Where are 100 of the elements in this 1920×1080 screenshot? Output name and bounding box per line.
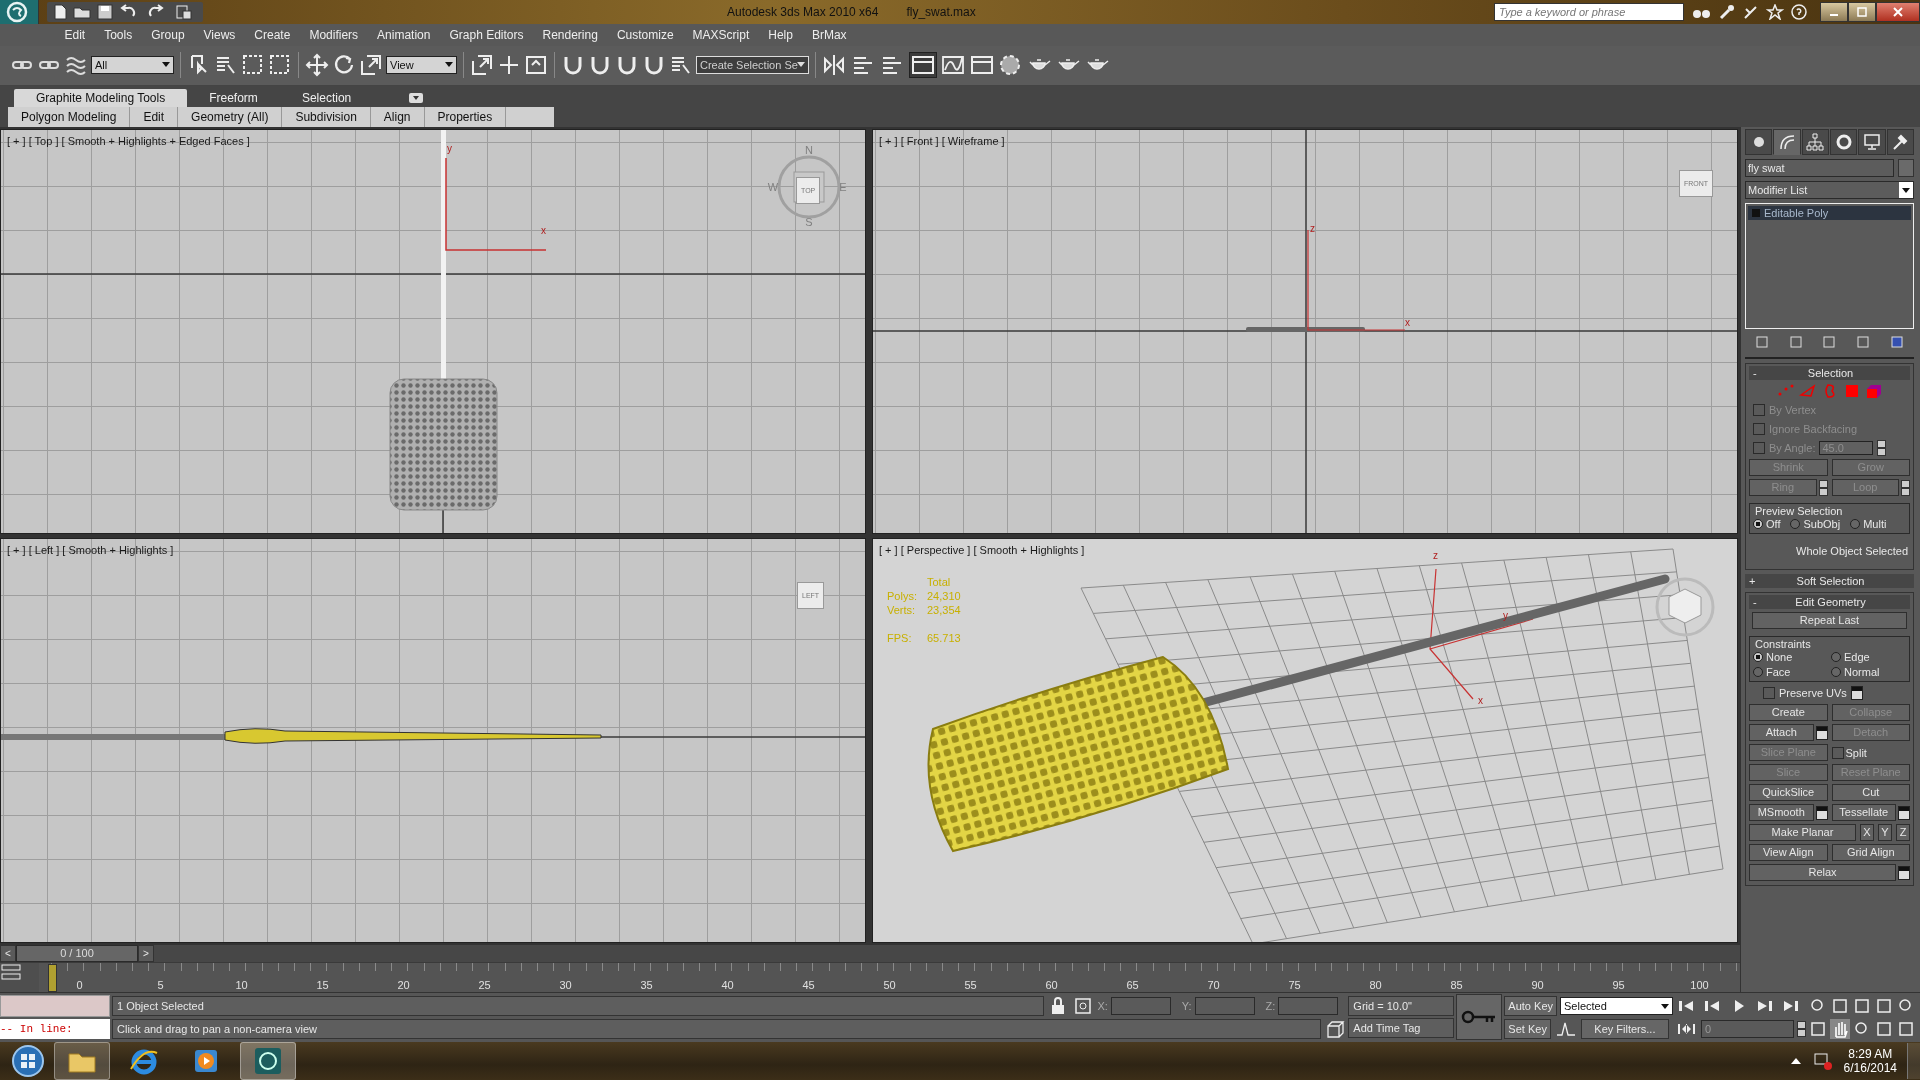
ribbon-menu-icon[interactable] (409, 93, 424, 104)
new-file-icon[interactable] (53, 4, 67, 20)
set-keys-button[interactable] (1456, 994, 1503, 1041)
viewport-label[interactable]: [ + ] [ Front ] [ Wireframe ] (879, 135, 1005, 148)
next-frame-button[interactable]: > (138, 945, 154, 963)
search-field[interactable]: Type a keyword or phrase (1494, 3, 1684, 21)
named-selection-dropdown[interactable]: Create Selection Se (696, 56, 809, 75)
viewport-label[interactable]: [ + ] [ Left ] [ Smooth + Highlights ] (7, 544, 174, 557)
rollout-button[interactable]: Attach (1749, 724, 1814, 742)
rollout-header[interactable]: - Selection (1749, 366, 1910, 381)
app-menu-button[interactable] (0, 0, 39, 24)
checkbox[interactable] (1763, 687, 1775, 700)
menu-item[interactable]: Views (194, 27, 245, 42)
rollout-header[interactable]: + Soft Selection (1745, 574, 1914, 589)
track-bar[interactable]: 0 5 10 15 20 25 30 35 40 45 50 55 60 65 70 75 80 85 90 95 100 (39, 963, 1740, 993)
rollout-button[interactable]: View Align (1749, 844, 1828, 862)
ribbon-tab[interactable]: Freeform (187, 89, 280, 108)
axis-button[interactable]: Z (1896, 824, 1910, 842)
z-field[interactable] (1278, 996, 1339, 1015)
viewport-label[interactable]: [ + ] [ Top ] [ Smooth + Highlights + Edged Faces ] (7, 135, 250, 148)
save-icon[interactable] (97, 4, 113, 20)
radio-option[interactable]: Multi (1850, 518, 1887, 531)
open-folder-icon[interactable] (73, 4, 91, 20)
rollout-button[interactable]: Grid Align (1831, 844, 1910, 862)
time-slider-track[interactable]: < 0 / 100 > (0, 945, 1740, 964)
time-slider-thumb[interactable]: 0 / 100 (16, 945, 138, 963)
previous-frame-button[interactable]: < (0, 945, 16, 963)
folder-taskbar-button[interactable] (54, 1041, 110, 1080)
object-name-field[interactable]: fly swat (1745, 159, 1894, 178)
menu-item[interactable]: Customize (607, 27, 684, 42)
menu-item[interactable]: BrMax (802, 27, 857, 42)
time-marker[interactable] (48, 964, 57, 993)
star-icon[interactable] (1766, 4, 1784, 20)
menu-item[interactable]: Edit (55, 27, 95, 42)
panel-tab[interactable] (1801, 129, 1829, 156)
object-color-swatch[interactable] (1898, 159, 1914, 178)
key-mode-dropdown[interactable]: Selected (1560, 996, 1673, 1015)
settings-button[interactable] (1815, 805, 1828, 820)
axis-button[interactable]: Y (1878, 824, 1892, 842)
settings-button[interactable] (1815, 725, 1828, 740)
y-field[interactable] (1194, 996, 1255, 1015)
panel-tab[interactable] (1773, 129, 1801, 156)
help-icon[interactable] (1790, 4, 1808, 20)
stack-item[interactable]: Editable Poly (1748, 206, 1911, 221)
app-taskbar-button[interactable] (240, 1041, 296, 1080)
axis-button[interactable]: X (1860, 824, 1874, 842)
menu-item[interactable]: Help (758, 27, 803, 42)
panel-tab[interactable] (1745, 129, 1773, 156)
rollout-button[interactable]: QuickSlice (1749, 784, 1828, 802)
show-desktop-button[interactable] (1907, 1042, 1920, 1079)
panel-tab[interactable] (1886, 129, 1914, 156)
menu-item[interactable]: Animation (367, 27, 440, 42)
auto-key-button[interactable]: Auto Key (1504, 995, 1557, 1016)
ribbon-tab[interactable]: Graphite Modeling Tools (14, 89, 188, 108)
key-filters-button[interactable]: Key Filters... (1580, 1018, 1669, 1039)
listener-prompt[interactable]: -- In line: (0, 1019, 110, 1040)
spinner-arrows[interactable] (1877, 440, 1887, 457)
menu-item[interactable]: Graph Editors (439, 27, 533, 42)
set-key-button[interactable]: Set Key (1504, 1018, 1551, 1039)
pan-hand-icon[interactable] (1830, 1018, 1850, 1039)
close-button[interactable] (1876, 2, 1920, 22)
cube-icon[interactable] (1324, 1018, 1347, 1039)
maximize-button[interactable] (1848, 2, 1876, 22)
x-field[interactable] (1110, 996, 1171, 1015)
panel-tab[interactable] (1830, 129, 1858, 156)
radio-option[interactable]: Normal (1831, 666, 1906, 679)
rollout-button[interactable]: Create (1749, 704, 1828, 722)
checkbox[interactable] (1831, 746, 1844, 759)
scale-icon[interactable] (359, 53, 383, 78)
menu-item[interactable]: Tools (94, 27, 142, 42)
viewport-label[interactable]: [ + ] [ Perspective ] [ Smooth + Highlights ] (879, 544, 1085, 557)
modifier-stack[interactable]: Editable Poly (1745, 203, 1914, 330)
modifier-list-dropdown[interactable]: Modifier List (1745, 181, 1914, 200)
viewcube-drawing[interactable] (1655, 577, 1715, 637)
panel-tab[interactable] (1858, 129, 1886, 156)
add-time-tag-button[interactable]: Add Time Tag (1348, 1018, 1455, 1039)
network-icon[interactable] (1811, 1050, 1834, 1071)
clock-date[interactable]: 6/16/2014 (1843, 1060, 1897, 1075)
settings-button[interactable] (1898, 865, 1910, 880)
radio-option[interactable]: Face (1753, 666, 1828, 679)
clock-time[interactable]: 8:29 AM (1848, 1046, 1893, 1061)
menu-item[interactable]: Rendering (533, 27, 608, 42)
selection-filter-dropdown[interactable]: All (91, 56, 174, 75)
rollout-button[interactable]: Make Planar (1749, 824, 1856, 842)
rollout-header[interactable]: - Edit Geometry (1749, 595, 1910, 610)
rollout-button[interactable]: Cut (1831, 784, 1910, 802)
radio-option[interactable]: Edge (1831, 651, 1906, 664)
rollout-button[interactable]: MSmooth (1749, 804, 1814, 822)
viewport[interactable]: z y x [ + ] [ Perspective ] [ Smooth + Highlights ] Total Polys: 24,310 Verts: 23,354 FPS: 65.713 (872, 538, 1738, 944)
radio-option[interactable]: SubObj (1790, 518, 1841, 531)
listener-field[interactable] (0, 995, 110, 1018)
menu-item[interactable]: MAXScript (683, 27, 759, 42)
rollout-button[interactable]: Relax (1749, 864, 1896, 882)
reference-coordinate-dropdown[interactable]: View (386, 56, 457, 75)
move-icon[interactable] (305, 53, 329, 78)
ribbon-tab[interactable]: Selection (279, 89, 374, 108)
rollout-button[interactable]: Tessellate (1831, 804, 1896, 822)
repeat-last-button[interactable]: Repeat Last (1752, 612, 1907, 630)
radio-option[interactable]: None (1753, 651, 1828, 664)
menu-item[interactable]: Group (141, 27, 195, 42)
